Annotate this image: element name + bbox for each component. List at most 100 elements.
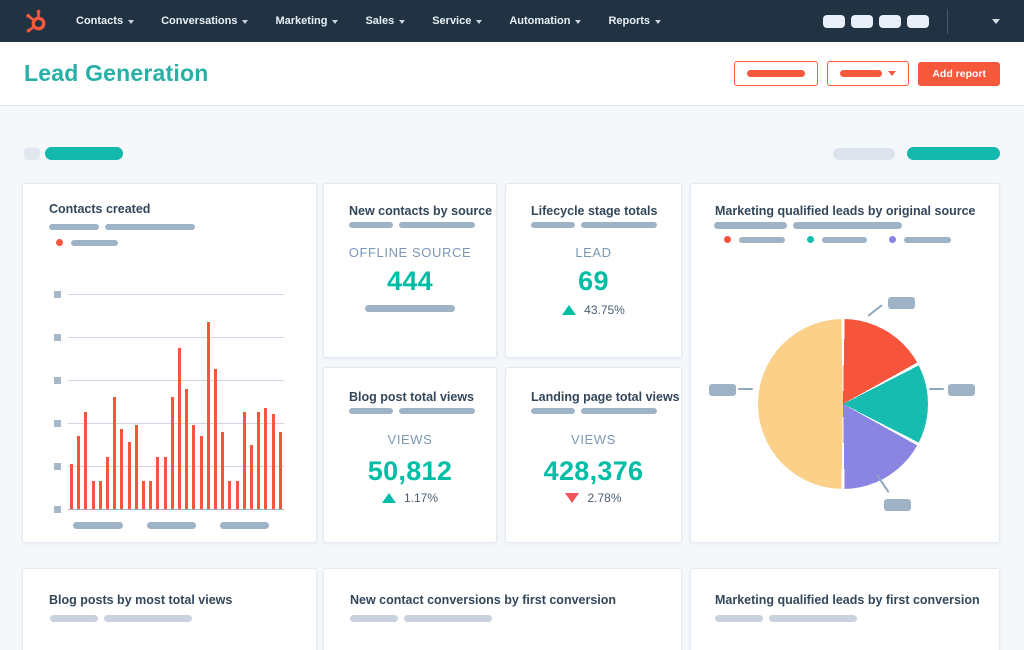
down-triangle-icon [565, 493, 580, 503]
stat-value: 428,376 [543, 456, 644, 486]
header-dropdown-button[interactable] [827, 61, 910, 86]
nav-icon-placeholder-3[interactable] [879, 14, 901, 28]
dropdown-caret-icon [888, 71, 897, 76]
card-mql-by-first-conversion: Marketing qualified leads by first conve… [690, 568, 1000, 650]
axis-tick-placeholder [54, 291, 61, 298]
bar [235, 481, 239, 509]
nav-icon-placeholder-4[interactable] [907, 14, 929, 28]
card-title: Contacts created [49, 202, 151, 216]
bar [106, 457, 110, 509]
bar [242, 412, 246, 509]
bar [257, 412, 261, 509]
account-chevron-down-icon[interactable] [992, 18, 1000, 24]
nav-icon-placeholder-1[interactable] [823, 14, 845, 28]
nav-item-reports[interactable]: Reports [608, 15, 662, 27]
nav-item-label: Marketing [275, 15, 328, 27]
stat-delta: 1.17% [324, 491, 496, 505]
dashboard-subheader-left [24, 147, 123, 160]
bar [84, 412, 88, 509]
delta-value: 43.75% [584, 303, 625, 317]
nav-item-service[interactable]: Service [432, 15, 483, 27]
axis-tick-placeholder [54, 377, 61, 384]
card-title: Marketing qualified leads by first conve… [715, 593, 980, 607]
card-title: New contact conversions by first convers… [350, 593, 617, 607]
stat-value: 444 [387, 266, 433, 296]
hubspot-sprocket-icon [26, 9, 46, 33]
card-title: Blog post total views [349, 390, 475, 404]
redacted-legend-label [822, 236, 867, 243]
card-lifecycle-stage-totals: Lifecycle stage totals LEAD 69 43.75% [505, 183, 682, 358]
bar [149, 481, 153, 509]
add-report-button[interactable]: Add report [918, 61, 1000, 86]
bar [142, 481, 146, 509]
header-secondary-button-1[interactable] [734, 61, 819, 86]
chevron-down-icon [575, 19, 582, 24]
stat-label: VIEWS [571, 432, 616, 447]
bar [134, 425, 138, 509]
bar [170, 397, 174, 509]
pie-chart [758, 319, 928, 489]
legend-dot-icon [807, 236, 814, 243]
bar [156, 457, 160, 509]
bar [120, 429, 124, 509]
x-axis-label-placeholder [220, 522, 269, 529]
card-title: Marketing qualified leads by original so… [715, 204, 976, 218]
bar [221, 431, 225, 509]
pie-label-callout-right [948, 384, 975, 396]
pie-callout-line [929, 388, 944, 390]
chevron-down-icon [332, 19, 339, 24]
bar [163, 457, 167, 509]
stat-delta: 2.78% [506, 491, 681, 505]
secondary-action-placeholder[interactable] [833, 147, 895, 160]
nav-item-marketing[interactable]: Marketing [275, 15, 339, 27]
axis-tick-placeholder [54, 506, 61, 513]
chevron-down-icon [399, 19, 406, 24]
redacted-subtitle [714, 222, 902, 229]
redacted-subtitle [49, 224, 195, 230]
pie-legend [724, 236, 951, 243]
card-title: Lifecycle stage totals [531, 204, 658, 218]
nav-item-contacts[interactable]: Contacts [76, 15, 135, 27]
redacted-button-label [840, 70, 883, 77]
nav-item-conversations[interactable]: Conversations [161, 15, 249, 27]
redacted-subtitle [349, 408, 475, 414]
nav-item-automation[interactable]: Automation [509, 15, 582, 27]
card-contacts-created: Contacts created [22, 183, 317, 543]
redacted-icon-placeholder [24, 147, 40, 160]
redacted-subtitle [715, 615, 857, 622]
card-landing-page-total-views: Landing page total views VIEWS 428,376 2… [505, 367, 682, 543]
legend-dot-icon [56, 239, 63, 246]
top-nav: Contacts Conversations Marketing Sales Servi… [0, 0, 1024, 42]
redacted-subtitle [349, 222, 475, 228]
card-title: Landing page total views [531, 390, 680, 404]
x-axis-label-placeholder [73, 522, 123, 529]
bar [91, 481, 95, 509]
redacted-legend-label [904, 236, 951, 243]
stat-label: LEAD [575, 245, 612, 260]
bar [77, 435, 81, 509]
axis-tick-placeholder [54, 420, 61, 427]
nav-item-label: Service [432, 15, 472, 27]
hubspot-logo[interactable] [24, 8, 50, 34]
bar [113, 397, 117, 509]
pie-label-callout-bottom [884, 499, 911, 511]
card-blog-post-total-views: Blog post total views VIEWS 50,812 1.17% [323, 367, 497, 543]
bar [70, 463, 73, 509]
card-new-contacts-by-source: New contacts by source OFFLINE SOURCE 44… [323, 183, 497, 358]
nav-item-sales[interactable]: Sales [365, 15, 406, 27]
pie-label-callout-left [709, 384, 736, 396]
redacted-legend-label [71, 239, 118, 246]
nav-icon-placeholder-2[interactable] [851, 14, 873, 28]
bar [199, 435, 203, 509]
primary-action-placeholder[interactable] [907, 147, 1000, 160]
x-axis-label-placeholder [147, 522, 196, 529]
bar [192, 425, 196, 509]
dashboard-name-placeholder [45, 147, 123, 160]
pie-callout-line [867, 304, 883, 317]
page-header: Lead Generation Add report [0, 42, 1024, 106]
bar [214, 369, 218, 509]
up-triangle-icon [562, 305, 577, 315]
bar-series [70, 294, 282, 509]
stat-value: 69 [578, 266, 609, 296]
delta-value: 1.17% [403, 491, 439, 505]
